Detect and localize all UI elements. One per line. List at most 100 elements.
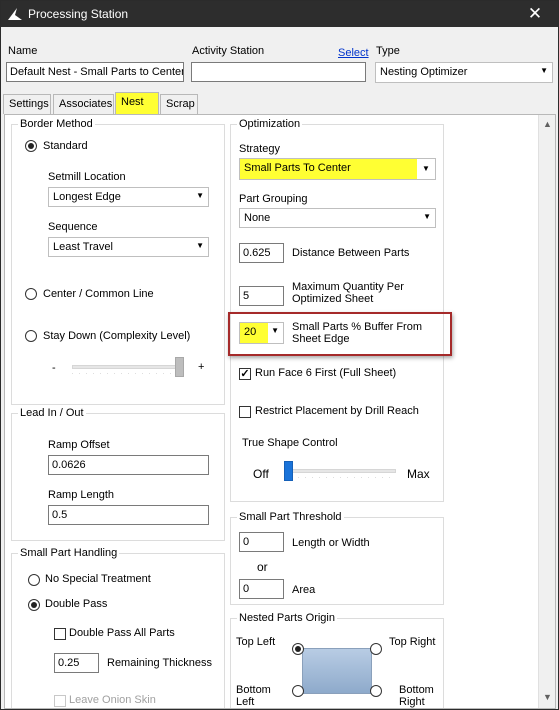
standard-radio[interactable] [25, 140, 37, 152]
setmill-location-value: Longest Edge [53, 191, 121, 203]
complexity-slider-ticks [72, 373, 184, 374]
border-method-title: Border Method [18, 118, 95, 130]
stay-down-radio[interactable] [25, 330, 37, 342]
origin-sheet-preview [302, 648, 372, 694]
part-grouping-dropdown[interactable]: None ▼ [239, 208, 436, 228]
area-input[interactable]: 0 [239, 579, 284, 599]
center-common-line-label: Center / Common Line [43, 288, 154, 300]
no-special-treatment-label: No Special Treatment [45, 573, 151, 585]
part-grouping-label: Part Grouping [239, 193, 308, 205]
bottom-left-label: Bottom Left [236, 684, 271, 708]
restrict-drill-reach-label: Restrict Placement by Drill Reach [255, 405, 419, 417]
complexity-slider-thumb[interactable] [175, 357, 184, 377]
nest-tab-panel: Border Method Standard Setmill Location … [4, 114, 556, 709]
part-grouping-value: None [244, 212, 271, 224]
tab-settings[interactable]: Settings [3, 94, 51, 114]
activity-station-label: Activity Station [192, 45, 265, 57]
name-input[interactable]: Default Nest - Small Parts to Center [6, 62, 184, 82]
optimization-title: Optimization [237, 118, 303, 130]
scroll-down-icon[interactable]: ▼ [543, 692, 552, 702]
ramp-length-label: Ramp Length [48, 489, 115, 501]
lead-in-out-group: Lead In / Out Ramp Offset 0.0626 Ramp Le… [11, 407, 225, 541]
area-label: Area [292, 584, 316, 596]
setmill-location-dropdown[interactable]: Longest Edge ▼ [48, 187, 209, 207]
bottom-right-label: Bottom Right [399, 684, 434, 708]
remaining-thickness-input[interactable]: 0.25 [54, 653, 99, 673]
max-quantity-input[interactable]: 5 [239, 286, 284, 306]
small-part-handling-group: Small Part Handling No Special Treatment… [11, 547, 225, 708]
chevron-down-icon: ▼ [196, 241, 204, 250]
nested-parts-origin-title: Nested Parts Origin [237, 612, 337, 624]
top-right-label: Top Right [389, 636, 436, 648]
origin-bottom-left-radio[interactable] [292, 685, 304, 697]
ramp-offset-input[interactable]: 0.0626 [48, 455, 209, 475]
sequence-dropdown[interactable]: Least Travel ▼ [48, 237, 209, 257]
origin-bottom-right-radio[interactable] [370, 685, 382, 697]
ramp-length-input[interactable]: 0.5 [48, 505, 209, 525]
strategy-dropdown[interactable]: Small Parts To Center ▼ [239, 158, 436, 180]
remaining-thickness-label: Remaining Thickness [107, 657, 212, 669]
chevron-down-icon: ▼ [196, 191, 204, 200]
length-width-input[interactable]: 0 [239, 532, 284, 552]
type-label: Type [376, 45, 400, 57]
complexity-minus: - [52, 362, 56, 374]
close-icon[interactable]: ✕ [512, 1, 558, 27]
type-value: Nesting Optimizer [380, 66, 468, 78]
true-shape-slider-track[interactable] [284, 469, 396, 473]
strategy-label: Strategy [239, 143, 280, 155]
chevron-down-icon: ▼ [540, 66, 548, 75]
leave-onion-skin-label: Leave Onion Skin [69, 694, 156, 706]
processing-station-window: Processing Station ✕ Name Default Nest -… [0, 0, 559, 710]
max-quantity-label: Maximum Quantity Per Optimized Sheet [292, 281, 404, 305]
border-method-group: Border Method Standard Setmill Location … [11, 118, 225, 405]
lead-in-out-title: Lead In / Out [18, 407, 86, 419]
center-common-line-radio[interactable] [25, 288, 37, 300]
tab-nest[interactable]: Nest [115, 92, 159, 114]
top-left-label: Top Left [236, 636, 276, 648]
true-shape-off-label: Off [253, 467, 269, 481]
no-special-treatment-radio[interactable] [28, 574, 40, 586]
activity-station-input[interactable] [191, 62, 366, 82]
window-title: Processing Station [28, 7, 129, 21]
ramp-offset-label: Ramp Offset [48, 439, 110, 451]
distance-between-parts-input[interactable]: 0.625 [239, 243, 284, 263]
name-label: Name [8, 45, 38, 57]
length-width-label: Length or Width [292, 537, 370, 549]
small-part-threshold-group: Small Part Threshold 0 Length or Width o… [230, 511, 444, 605]
true-shape-max-label: Max [407, 467, 430, 481]
nested-parts-origin-group: Nested Parts Origin Top Left Top Right B… [230, 612, 444, 708]
tab-scrap[interactable]: Scrap [160, 94, 198, 114]
small-part-handling-title: Small Part Handling [18, 547, 120, 559]
true-shape-slider-thumb[interactable] [284, 461, 293, 481]
title-bar: Processing Station ✕ [1, 1, 558, 27]
select-link[interactable]: Select [338, 47, 369, 59]
or-label: or [257, 560, 268, 574]
setmill-location-label: Setmill Location [48, 171, 126, 183]
small-part-threshold-title: Small Part Threshold [237, 511, 344, 523]
run-face-6-first-label: Run Face 6 First (Full Sheet) [255, 367, 397, 379]
double-pass-all-checkbox[interactable] [54, 628, 66, 640]
tab-associates[interactable]: Associates [53, 94, 114, 114]
chevron-down-icon: ▼ [423, 212, 431, 221]
type-dropdown[interactable]: Nesting Optimizer ▼ [375, 62, 553, 83]
complexity-plus: + [198, 361, 205, 373]
chevron-down-icon: ▼ [417, 159, 435, 179]
origin-top-right-radio[interactable] [370, 643, 382, 655]
vertical-scrollbar[interactable]: ▲ ▼ [538, 115, 555, 708]
sequence-value: Least Travel [53, 241, 113, 253]
scroll-up-icon[interactable]: ▲ [543, 119, 552, 129]
origin-top-left-radio[interactable] [292, 643, 304, 655]
strategy-value: Small Parts To Center [244, 162, 351, 174]
complexity-slider-track[interactable] [72, 365, 184, 369]
true-shape-control-label: True Shape Control [242, 437, 338, 449]
distance-between-parts-label: Distance Between Parts [292, 247, 410, 259]
restrict-drill-reach-checkbox[interactable] [239, 406, 251, 418]
run-face-6-first-checkbox[interactable]: ✓ [239, 368, 251, 380]
double-pass-all-label: Double Pass All Parts [69, 627, 175, 639]
app-logo-icon [8, 8, 22, 20]
stay-down-label: Stay Down (Complexity Level) [43, 330, 191, 342]
standard-label: Standard [43, 140, 88, 152]
double-pass-label: Double Pass [45, 598, 108, 610]
double-pass-radio[interactable] [28, 599, 40, 611]
leave-onion-skin-checkbox[interactable] [54, 695, 66, 707]
